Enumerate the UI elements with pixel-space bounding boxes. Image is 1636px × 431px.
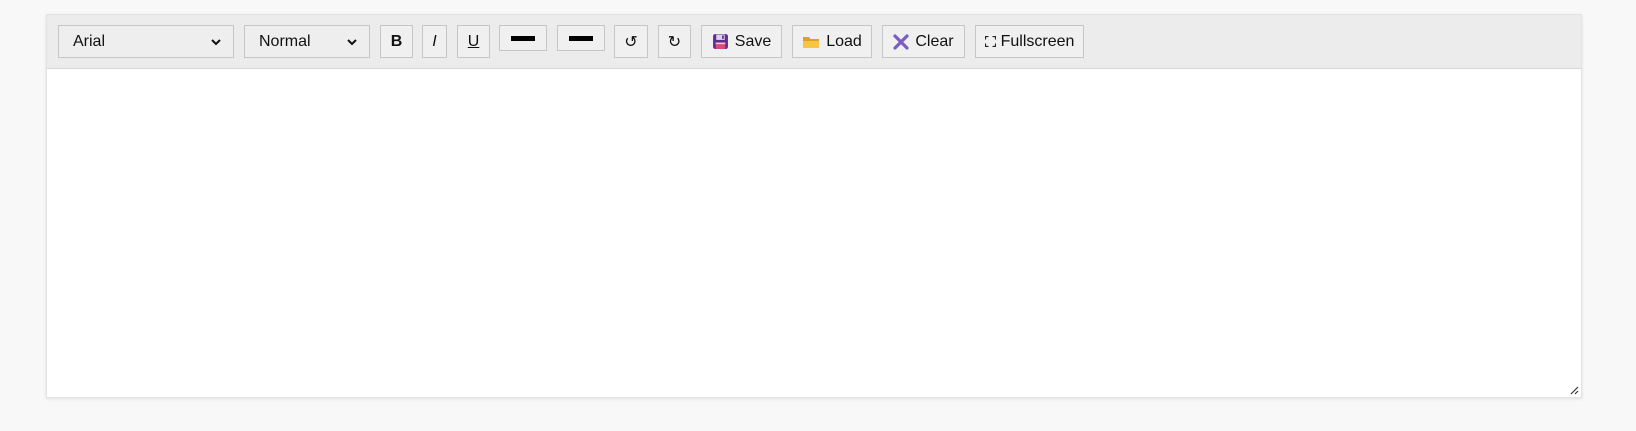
load-label: Load (826, 32, 862, 50)
redo-icon: ↻ (667, 33, 682, 51)
redo-button[interactable]: ↻ (658, 25, 691, 58)
folder-icon (803, 36, 820, 48)
editor-toolbar: Arial Normal B I U ↺ ↻ Save Load Clear F… (47, 15, 1581, 69)
floppy-disk-icon (712, 34, 728, 49)
load-button[interactable]: Load (792, 25, 872, 58)
editor-content-area[interactable] (47, 69, 1581, 397)
highlight-color-swatch (569, 35, 593, 41)
undo-button[interactable]: ↺ (614, 25, 648, 58)
undo-icon: ↺ (624, 33, 638, 51)
x-icon (893, 33, 909, 50)
text-color-picker[interactable] (499, 25, 547, 51)
chevron-down-icon (347, 38, 357, 45)
fullscreen-label: Fullscreen (1000, 32, 1075, 50)
clear-button[interactable]: Clear (882, 25, 965, 58)
underline-label: U (467, 32, 480, 50)
clear-label: Clear (915, 32, 954, 50)
underline-button[interactable]: U (457, 25, 490, 58)
rich-text-editor: Arial Normal B I U ↺ ↻ Save Load Clear F… (46, 14, 1582, 398)
font-family-value: Arial (73, 32, 106, 50)
fullscreen-button[interactable]: Fullscreen (975, 25, 1084, 58)
resize-handle-icon[interactable] (1569, 385, 1579, 395)
save-label: Save (734, 32, 772, 50)
italic-button[interactable]: I (422, 25, 447, 58)
chevron-down-icon (211, 38, 221, 45)
font-size-select[interactable]: Normal (244, 25, 370, 58)
expand-icon (984, 36, 996, 47)
italic-label: I (432, 32, 437, 50)
save-button[interactable]: Save (701, 25, 782, 58)
font-family-select[interactable]: Arial (58, 25, 234, 58)
text-color-swatch (511, 35, 535, 41)
highlight-color-picker[interactable] (557, 25, 605, 51)
bold-label: B (390, 32, 403, 50)
bold-button[interactable]: B (380, 25, 413, 58)
font-size-value: Normal (259, 32, 311, 50)
